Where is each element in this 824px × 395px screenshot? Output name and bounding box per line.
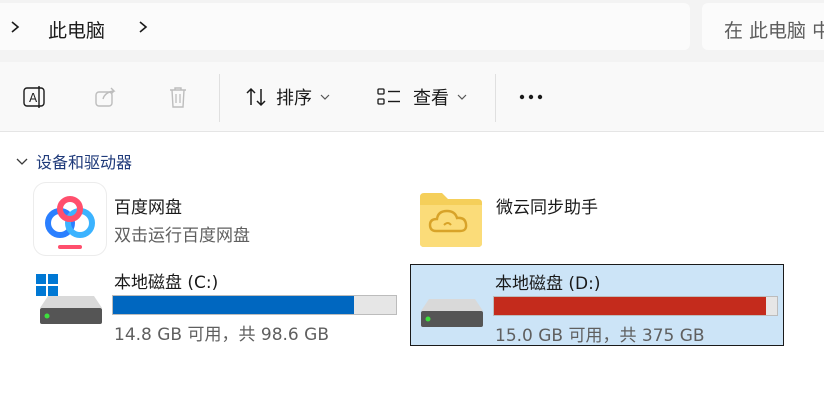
chevron-down-icon — [16, 158, 28, 165]
toolbar-divider — [495, 74, 496, 122]
sort-label: 排序 — [276, 88, 312, 109]
baidu-netdisk-icon — [34, 183, 106, 255]
more-icon — [517, 83, 545, 111]
group-title: 设备和驱动器 — [36, 153, 133, 172]
windows-drive-icon — [34, 268, 104, 334]
drive-title: 本地磁盘 (D:) — [495, 274, 601, 294]
drive-usage-fill — [494, 297, 766, 315]
weiyun-folder-icon — [418, 187, 484, 249]
share-icon — [92, 83, 120, 111]
chevron-right-icon[interactable] — [8, 17, 22, 37]
drive-status: 14.8 GB 可用，共 98.6 GB — [114, 325, 329, 345]
command-bar: A 排序 查看 — [0, 62, 824, 132]
drive-title: 本地磁盘 (C:) — [114, 273, 219, 293]
drive-usage-fill — [113, 296, 354, 314]
more-options-button[interactable] — [517, 82, 545, 112]
rename-icon: A — [20, 83, 48, 111]
sort-icon — [242, 83, 270, 111]
drive-d[interactable]: 本地磁盘 (D:) 15.0 GB 可用，共 375 GB — [410, 264, 784, 346]
svg-text:A: A — [29, 91, 38, 105]
rename-button[interactable]: A — [20, 82, 48, 112]
view-button[interactable]: 查看 — [375, 82, 467, 112]
view-label: 查看 — [413, 88, 449, 109]
view-icon — [375, 83, 403, 111]
sort-button[interactable]: 排序 — [242, 82, 330, 112]
breadcrumb-this-pc[interactable]: 此电脑 — [48, 16, 105, 43]
group-header[interactable]: 设备和驱动器 — [16, 149, 132, 173]
search-placeholder: 在 此电脑 中 — [724, 20, 824, 42]
drive-usage-bar — [493, 296, 778, 316]
drive-usage-bar — [112, 295, 397, 315]
item-title: 微云同步助手 — [496, 198, 598, 218]
drive-status: 15.0 GB 可用，共 375 GB — [495, 326, 705, 346]
toolbar-divider — [219, 74, 220, 122]
content-pane: 设备和驱动器 百度网盘 双击运行百度网盘 微云同步助手 本地磁盘 (C:) 14… — [0, 133, 824, 395]
item-weiyun[interactable]: 微云同步助手 — [412, 181, 782, 259]
drive-icon — [415, 271, 485, 337]
address-bar[interactable]: 此电脑 — [0, 3, 690, 50]
item-subtitle: 双击运行百度网盘 — [114, 226, 250, 246]
search-input[interactable]: 在 此电脑 中 — [702, 3, 824, 50]
item-title: 百度网盘 — [114, 198, 182, 218]
item-baidu-netdisk[interactable]: 百度网盘 双击运行百度网盘 — [30, 181, 400, 259]
trash-icon — [164, 83, 192, 111]
address-row: 此电脑 在 此电脑 中 — [0, 0, 824, 62]
chevron-down-icon — [320, 94, 330, 100]
delete-button[interactable] — [164, 82, 192, 112]
share-button[interactable] — [92, 82, 120, 112]
drive-c[interactable]: 本地磁盘 (C:) 14.8 GB 可用，共 98.6 GB — [30, 264, 400, 345]
chevron-right-icon[interactable] — [136, 17, 150, 37]
chevron-down-icon — [457, 94, 467, 100]
